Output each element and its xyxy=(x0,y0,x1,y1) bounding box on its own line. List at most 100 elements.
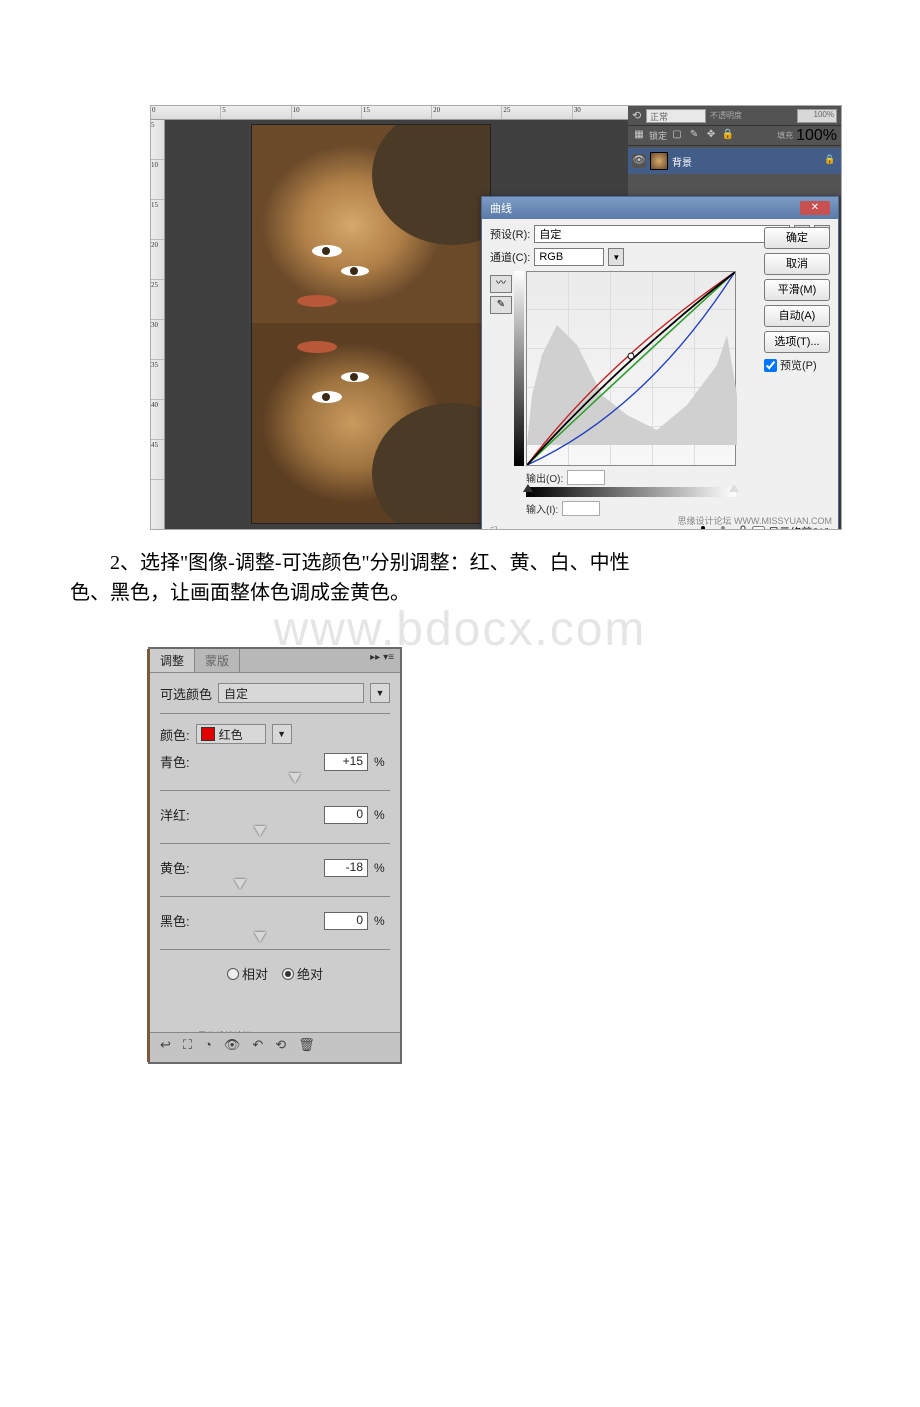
opacity-label: 不透明度 xyxy=(710,110,742,121)
lock-pixels-icon[interactable]: ✎ xyxy=(687,129,701,143)
lock-row: ▦ 锁定 ▢ ✎ ✥ 🔒 填充 100% xyxy=(628,126,841,146)
preset-dropdown-arrow[interactable]: ▼ xyxy=(370,683,390,703)
cancel-button[interactable]: 取消 xyxy=(764,253,830,275)
ruler-horizontal: 0 5 10 15 20 25 30 xyxy=(151,106,643,120)
slider-label: 青色: xyxy=(160,752,200,771)
curve-pencil-tool[interactable]: ✎ xyxy=(490,296,512,314)
input-label: 输入(I): xyxy=(526,501,558,516)
layer-thumbnail[interactable] xyxy=(650,152,668,170)
slider-thumb[interactable] xyxy=(254,826,266,836)
text-line-1: 2、选择"图像-调整-可选颜色"分别调整：红、黄、白、中性 xyxy=(110,552,630,574)
expand-view-icon[interactable]: ⛶ xyxy=(183,1037,192,1053)
dialog-title-bar[interactable]: 曲线 ✕ xyxy=(482,197,838,219)
slider-group: 黄色: -18% xyxy=(160,858,390,897)
channel-label: 通道(C): xyxy=(490,249,530,265)
auto-button[interactable]: 自动(A) xyxy=(764,305,830,327)
blend-mode-select[interactable]: 正常 xyxy=(646,109,706,123)
lock-all-icon[interactable]: 🔒 xyxy=(721,129,735,143)
selective-color-panel: 调整 蒙版 ▸▸ ▾≡ 可选颜色 自定 ▼ 颜色: 红色 ▼ xyxy=(148,647,402,1064)
ruler-mark: 10 xyxy=(151,160,164,200)
ruler-mark: 30 xyxy=(151,320,164,360)
slider-value-input[interactable]: -18 xyxy=(324,859,368,877)
ruler-mark: 25 xyxy=(151,280,164,320)
colors-label: 颜色: xyxy=(160,725,190,744)
delete-adjustment-icon[interactable]: 🗑 xyxy=(298,1037,315,1053)
output-value[interactable] xyxy=(567,470,605,485)
slider-track[interactable] xyxy=(160,881,390,897)
slider-label: 黑色: xyxy=(160,911,200,930)
on-image-tool-icon[interactable]: ☟ xyxy=(490,524,498,530)
output-label: 输出(O): xyxy=(526,470,563,485)
lock-position-icon[interactable]: ✥ xyxy=(704,129,718,143)
slider-group: 洋红: 0% xyxy=(160,805,390,844)
ruler-mark: 0 xyxy=(151,106,221,119)
watermark-credit: 思缘设计论坛 WWW.MISSYUAN.COM xyxy=(678,514,833,527)
ruler-mark: 5 xyxy=(151,120,164,160)
ruler-mark: 45 xyxy=(151,440,164,480)
slider-value-input[interactable]: 0 xyxy=(324,806,368,824)
slider-thumb[interactable] xyxy=(289,773,301,783)
color-dropdown-arrow[interactable]: ▼ xyxy=(272,724,292,744)
preview-check-input[interactable] xyxy=(764,359,777,372)
fill-value[interactable]: 100% xyxy=(796,127,837,145)
slider-value-input[interactable]: 0 xyxy=(324,912,368,930)
tab-masks[interactable]: 蒙版 xyxy=(195,649,240,672)
channel-select[interactable]: RGB xyxy=(534,248,604,266)
opacity-value[interactable]: 100% xyxy=(797,109,837,123)
history-brush-icon[interactable]: ⟲ xyxy=(632,109,646,122)
layers-panel: ⟲ 正常 不透明度 100% ▦ 锁定 ▢ ✎ ✥ 🔒 填充 100% 👁 背景… xyxy=(628,106,841,196)
lock-label: 锁定 xyxy=(649,129,667,142)
ruler-mark: 35 xyxy=(151,360,164,400)
lock-transparency-icon[interactable]: ▢ xyxy=(670,129,684,143)
panel-tabs: 调整 蒙版 ▸▸ ▾≡ xyxy=(150,649,400,673)
instruction-text: 2、选择"图像-调整-可选颜色"分别调整：红、黄、白、中性 色、黑色，让画面整体… xyxy=(70,548,850,608)
color-select[interactable]: 红色 xyxy=(196,724,266,744)
ok-button[interactable]: 确定 xyxy=(764,227,830,249)
slider-label: 黄色: xyxy=(160,858,200,877)
preset-select[interactable]: 自定 xyxy=(218,683,364,703)
slider-track[interactable] xyxy=(160,828,390,844)
preset-select[interactable]: 自定 xyxy=(534,225,790,243)
channel-dropdown-arrow[interactable]: ▼ xyxy=(608,248,624,266)
edited-image xyxy=(251,124,491,524)
visibility-eye-icon[interactable]: 👁 xyxy=(632,154,646,168)
previous-state-icon[interactable]: ↶ xyxy=(252,1037,263,1053)
percent-label: % xyxy=(374,808,390,822)
toggle-visibility-icon[interactable]: 👁 xyxy=(224,1037,241,1053)
slider-thumb[interactable] xyxy=(234,879,246,889)
ruler-mark: 40 xyxy=(151,400,164,440)
reset-icon[interactable]: ⟲ xyxy=(275,1037,286,1053)
return-to-list-icon[interactable]: ↩ xyxy=(160,1037,171,1053)
slider-group: 青色:+15% xyxy=(160,752,390,791)
smooth-button[interactable]: 平滑(M) xyxy=(764,279,830,301)
curves-graph[interactable] xyxy=(526,271,736,466)
radio-relative[interactable]: 相对 xyxy=(227,964,268,983)
lock-icon: 🔒 xyxy=(823,154,837,168)
clip-to-layer-icon[interactable]: ◔ xyxy=(204,1037,212,1053)
layers-icon: ▦ xyxy=(632,129,646,143)
curve-point-tool[interactable]: 〰 xyxy=(490,275,512,293)
percent-label: % xyxy=(374,914,390,928)
slider-value-input[interactable]: +15 xyxy=(324,753,368,771)
slider-track[interactable] xyxy=(160,775,390,791)
radio-absolute[interactable]: 绝对 xyxy=(282,964,323,983)
input-value[interactable] xyxy=(562,501,600,516)
tab-adjustments[interactable]: 调整 xyxy=(150,649,195,672)
panel-collapse-icon[interactable]: ▸▸ xyxy=(370,652,380,669)
close-button[interactable]: ✕ xyxy=(800,201,830,215)
black-point-slider[interactable] xyxy=(523,484,533,492)
percent-label: % xyxy=(374,861,390,875)
slider-track[interactable] xyxy=(160,934,390,950)
panel-footer: ↩ ⛶ ◔ 👁 ↶ ⟲ 🗑 xyxy=(150,1032,400,1062)
options-button[interactable]: 选项(T)... xyxy=(764,331,830,353)
ruler-vertical: 5 10 15 20 25 30 35 40 45 xyxy=(151,120,165,530)
layer-row[interactable]: 👁 背景 🔒 xyxy=(628,148,841,174)
dialog-title: 曲线 xyxy=(490,200,512,216)
slider-label: 洋红: xyxy=(160,805,200,824)
preview-checkbox[interactable]: 预览(P) xyxy=(764,357,830,373)
panel-menu-icon[interactable]: ▾≡ xyxy=(383,652,394,669)
ruler-mark: 5 xyxy=(221,106,291,119)
ruler-mark: 15 xyxy=(151,200,164,240)
slider-thumb[interactable] xyxy=(254,932,266,942)
white-point-slider[interactable] xyxy=(729,484,739,492)
